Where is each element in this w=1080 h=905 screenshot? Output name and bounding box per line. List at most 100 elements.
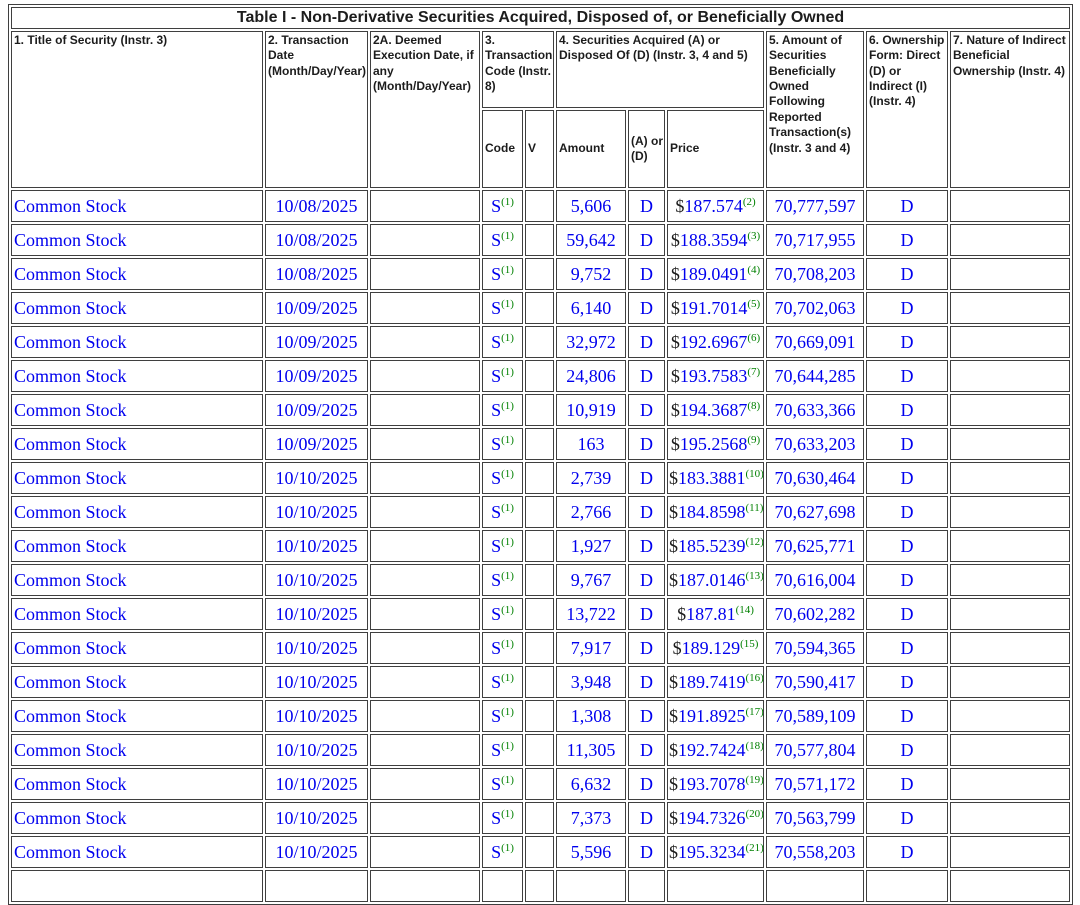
transaction-code-cell: S(1): [482, 564, 523, 596]
deemed-execution-date-cell: [370, 224, 480, 256]
transaction-code-cell: S(1): [482, 734, 523, 766]
subheader-v: V: [525, 110, 554, 188]
code-footnote: (1): [501, 672, 514, 684]
amount-cell: 6,140: [556, 292, 626, 324]
transaction-date-cell: 10/09/2025: [265, 360, 368, 392]
deemed-execution-date-cell: [370, 360, 480, 392]
deemed-execution-date-cell: [370, 258, 480, 290]
ownership-form-cell: D: [866, 190, 948, 222]
shares-owned-cell: 70,633,366: [766, 394, 864, 426]
dollar-sign: $: [669, 706, 678, 726]
price-cell: $187.0146(13): [667, 564, 764, 596]
security-title-cell: Common Stock: [11, 530, 263, 562]
amount-cell: 10,919: [556, 394, 626, 426]
table-row: Common Stock 10/08/2025 S(1) 9,752 D $18…: [11, 258, 1070, 290]
indirect-ownership-nature-cell: [950, 632, 1070, 664]
price-cell: $193.7583(7): [667, 360, 764, 392]
ownership-form-cell: D: [866, 632, 948, 664]
transaction-code-cell: S(1): [482, 836, 523, 868]
shares-owned-cell: 70,594,365: [766, 632, 864, 664]
security-title-cell: Common Stock: [11, 836, 263, 868]
ownership-form-cell: D: [866, 666, 948, 698]
price-cell: $187.574(2): [667, 190, 764, 222]
v-cell: [525, 768, 554, 800]
table-row: Common Stock 10/09/2025 S(1) 24,806 D $1…: [11, 360, 1070, 392]
transaction-code-cell: [482, 870, 523, 902]
indirect-ownership-nature-cell: [950, 598, 1070, 630]
amount-cell: 9,752: [556, 258, 626, 290]
dollar-sign: $: [669, 774, 678, 794]
acquired-disposed-cell: D: [628, 224, 665, 256]
amount-cell: 24,806: [556, 360, 626, 392]
transaction-code-cell: S(1): [482, 496, 523, 528]
v-cell: [525, 836, 554, 868]
ownership-form-cell: D: [866, 292, 948, 324]
amount-cell: 32,972: [556, 326, 626, 358]
shares-owned-cell: 70,616,004: [766, 564, 864, 596]
transaction-date-cell: 10/09/2025: [265, 292, 368, 324]
transaction-date-cell: 10/10/2025: [265, 666, 368, 698]
indirect-ownership-nature-cell: [950, 768, 1070, 800]
v-cell: [525, 224, 554, 256]
price-footnote: (20): [746, 808, 764, 820]
acquired-disposed-cell: D: [628, 768, 665, 800]
table-row: Common Stock 10/10/2025 S(1) 3,948 D $18…: [11, 666, 1070, 698]
acquired-disposed-cell: D: [628, 462, 665, 494]
table-row: Common Stock 10/10/2025 S(1) 1,927 D $18…: [11, 530, 1070, 562]
price-cell: $195.3234(21): [667, 836, 764, 868]
price-cell: $189.7419(16): [667, 666, 764, 698]
deemed-execution-date-cell: [370, 564, 480, 596]
transaction-code-cell: S(1): [482, 360, 523, 392]
dollar-sign: $: [669, 808, 678, 828]
price-cell: $194.3687(8): [667, 394, 764, 426]
dollar-sign: $: [671, 332, 680, 352]
shares-owned-cell: 70,589,109: [766, 700, 864, 732]
transaction-date-cell: 10/10/2025: [265, 700, 368, 732]
price-cell: $191.7014(5): [667, 292, 764, 324]
acquired-disposed-cell: D: [628, 530, 665, 562]
transaction-date-cell: 10/08/2025: [265, 190, 368, 222]
amount-cell: 59,642: [556, 224, 626, 256]
indirect-ownership-nature-cell: [950, 496, 1070, 528]
v-cell: [525, 632, 554, 664]
deemed-execution-date-cell: [370, 734, 480, 766]
security-title-cell: Common Stock: [11, 462, 263, 494]
v-cell: [525, 462, 554, 494]
dollar-sign: $: [677, 604, 686, 624]
transaction-code-cell: S(1): [482, 258, 523, 290]
subheader-code: Code: [482, 110, 523, 188]
acquired-disposed-cell: D: [628, 802, 665, 834]
indirect-ownership-nature-cell: [950, 258, 1070, 290]
ownership-form-cell: D: [866, 768, 948, 800]
acquired-disposed-cell: D: [628, 836, 665, 868]
dollar-sign: $: [671, 434, 680, 454]
transaction-date-cell: 10/10/2025: [265, 598, 368, 630]
ownership-form-cell: D: [866, 394, 948, 426]
v-cell: [525, 292, 554, 324]
transaction-date-cell: 10/10/2025: [265, 768, 368, 800]
transaction-date-cell: 10/08/2025: [265, 224, 368, 256]
security-title-cell: Common Stock: [11, 496, 263, 528]
shares-owned-cell: 70,702,063: [766, 292, 864, 324]
shares-owned-cell: 70,602,282: [766, 598, 864, 630]
amount-cell: 5,596: [556, 836, 626, 868]
amount-cell: 13,722: [556, 598, 626, 630]
acquired-disposed-cell: D: [628, 496, 665, 528]
acquired-disposed-cell: D: [628, 428, 665, 460]
dollar-sign: $: [669, 502, 678, 522]
security-title-cell: Common Stock: [11, 666, 263, 698]
deemed-execution-date-cell: [370, 802, 480, 834]
code-footnote: (1): [501, 230, 514, 242]
indirect-ownership-nature-cell: [950, 190, 1070, 222]
v-cell: [525, 666, 554, 698]
deemed-execution-date-cell: [370, 530, 480, 562]
transaction-code-cell: S(1): [482, 224, 523, 256]
price-cell: $188.3594(3): [667, 224, 764, 256]
price-cell: [667, 870, 764, 902]
indirect-ownership-nature-cell: [950, 326, 1070, 358]
subheader-a-or-d: (A) or (D): [628, 110, 665, 188]
transaction-date-cell: 10/08/2025: [265, 258, 368, 290]
acquired-disposed-cell: D: [628, 190, 665, 222]
transaction-code-cell: S(1): [482, 768, 523, 800]
price-footnote: (7): [747, 366, 760, 378]
